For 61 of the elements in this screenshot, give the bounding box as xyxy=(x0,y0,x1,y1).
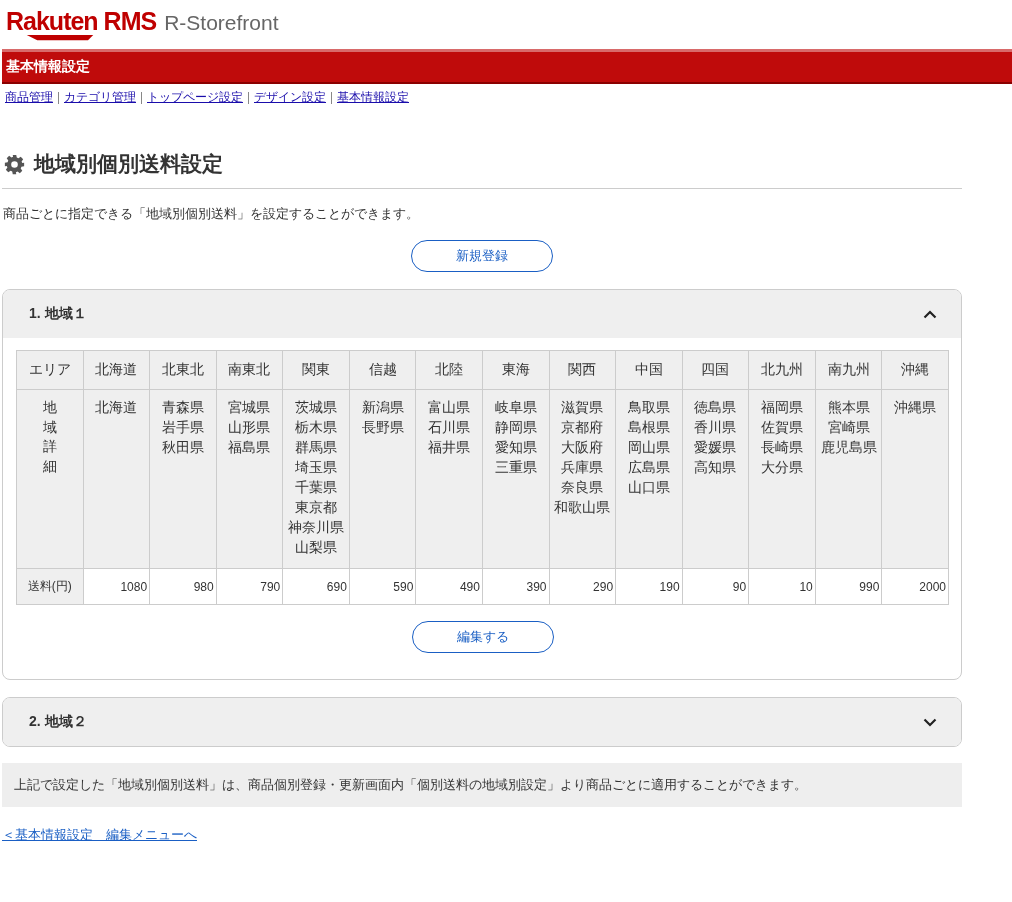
table-cell: 徳島県 香川県 愛媛県 高知県 xyxy=(682,389,749,569)
nav-link[interactable]: トップページ設定 xyxy=(147,89,243,106)
table-cell: 790 xyxy=(216,568,283,605)
table-header-cell: 四国 xyxy=(682,350,749,390)
table-cell: 茨城県 栃木県 群馬県 埼玉県 千葉県 東京都 神奈川県 山梨県 xyxy=(282,389,350,569)
logo-product: R-Storefront xyxy=(164,10,279,36)
table-cell: 滋賀県 京都府 大阪府 兵庫県 奈良県 和歌山県 xyxy=(549,389,616,569)
accordion-header[interactable]: 2. 地域２ xyxy=(3,698,961,746)
table-header-cell: 南東北 xyxy=(216,350,283,390)
table-cell: 190 xyxy=(615,568,683,605)
table-cell: 沖縄県 xyxy=(881,389,949,569)
table-header-cell: 関東 xyxy=(282,350,350,390)
table-cell: 青森県 岩手県 秋田県 xyxy=(149,389,217,569)
table-cell: 980 xyxy=(149,568,217,605)
new-button[interactable]: 新規登録 xyxy=(411,240,553,272)
table-cell: 90 xyxy=(682,568,749,605)
table-header-cell: 北海道 xyxy=(83,350,150,390)
logo-brand: Rakuten RMS xyxy=(6,8,157,34)
table-header-cell: 北九州 xyxy=(748,350,816,390)
nav-link[interactable]: カテゴリ管理 xyxy=(64,89,136,106)
accordion-title: 2. 地域２ xyxy=(29,713,87,731)
gear-icon xyxy=(4,153,25,175)
table-cell: 290 xyxy=(549,568,616,605)
table-header-cell: 中国 xyxy=(615,350,683,390)
table-cell: 2000 xyxy=(881,568,949,605)
back-link[interactable]: ＜基本情報設定 編集メニューへ xyxy=(2,826,197,844)
table-cell: 北海道 xyxy=(83,389,150,569)
table-cell: 富山県 石川県 福井県 xyxy=(415,389,483,569)
table-row-label: 送料(円) xyxy=(16,568,84,605)
nav-link[interactable]: 商品管理 xyxy=(5,89,53,106)
table-cell: 490 xyxy=(415,568,483,605)
table-cell: 新潟県 長野県 xyxy=(349,389,416,569)
table-cell: 10 xyxy=(748,568,816,605)
table-cell: 福岡県 佐賀県 長崎県 大分県 xyxy=(748,389,816,569)
table-cell: 690 xyxy=(282,568,350,605)
page-title: 地域別個別送料設定 xyxy=(34,151,223,177)
table-cell: 岐阜県 静岡県 愛知県 三重県 xyxy=(482,389,549,569)
table-header-cell: 南九州 xyxy=(815,350,882,390)
edit-button[interactable]: 編集する xyxy=(411,621,554,653)
nav-link[interactable]: 基本情報設定 xyxy=(337,89,409,106)
accordion-title: 1. 地域１ xyxy=(29,305,87,323)
table-cell: 鳥取県 島根県 岡山県 広島県 山口県 xyxy=(615,389,683,569)
table-header-cell: エリア xyxy=(16,350,84,390)
table-cell: 宮城県 山形県 福島県 xyxy=(216,389,283,569)
table-header-cell: 関西 xyxy=(549,350,616,390)
accordion-header[interactable]: 1. 地域１ xyxy=(3,290,961,338)
note-box: 上記で設定した「地域別個別送料」は、商品個別登録・更新画面内「個別送料の地域別設定」より商品ごとに適用することができます。 xyxy=(2,763,962,807)
table-header-cell: 東海 xyxy=(482,350,549,390)
table-cell: 390 xyxy=(482,568,549,605)
table-cell: 990 xyxy=(815,568,882,605)
table-header-cell: 沖縄 xyxy=(881,350,949,390)
nav-link[interactable]: デザイン設定 xyxy=(254,89,326,106)
table-header-cell: 北東北 xyxy=(149,350,217,390)
table-header-cell: 北陸 xyxy=(415,350,483,390)
section-title: 基本情報設定 xyxy=(5,58,90,76)
description: 商品ごとに指定できる「地域別個別送料」を設定することができます。 xyxy=(3,205,420,223)
table-cell: 590 xyxy=(349,568,416,605)
vertical-label: 地域詳細 xyxy=(43,399,57,476)
table-cell: 1080 xyxy=(83,568,150,605)
table-header-cell: 信越 xyxy=(349,350,416,390)
table-cell: 熊本県 宮崎県 鹿児島県 xyxy=(815,389,882,569)
